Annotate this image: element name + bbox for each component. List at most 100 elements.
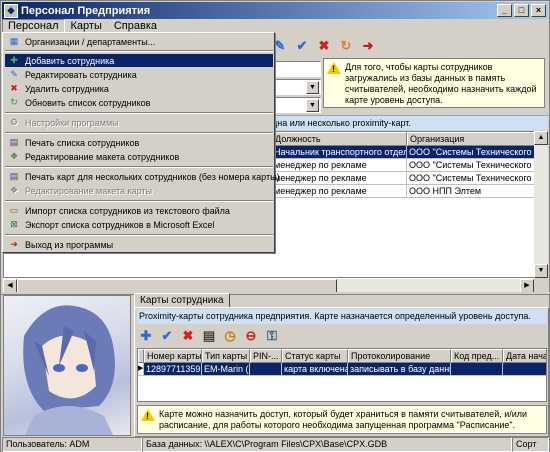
refresh-icon: ↻ (10, 97, 18, 107)
warning-icon (327, 62, 341, 75)
menu-item-delete-employee[interactable]: ✖ Удалить сотрудника (5, 82, 273, 95)
table-cell[interactable]: ООО "Системы Технического Кон (407, 146, 535, 159)
delete-tool-icon[interactable]: ✖ (315, 37, 333, 55)
table-cell[interactable] (250, 363, 282, 376)
table-cell[interactable]: EM-Marin (НЧ (202, 363, 250, 376)
column-header[interactable]: Должность (272, 132, 407, 146)
menu-separator (5, 132, 273, 134)
column-header[interactable]: Номер карты (144, 349, 202, 363)
menu-item-print-cards[interactable]: ▤ Печать карт для нескольких сотрудников… (5, 170, 280, 183)
filter-combo-2[interactable]: ▼ (271, 79, 321, 95)
scroll-right-icon[interactable]: ▶ (520, 279, 534, 293)
column-header[interactable]: Статус карты (282, 349, 348, 363)
filter-field-1[interactable] (271, 61, 321, 77)
refresh-tool-icon[interactable]: ↻ (337, 37, 355, 55)
warning-icon (141, 409, 155, 422)
print-icon: ▤ (9, 137, 19, 147)
scroll-thumb[interactable] (17, 279, 337, 293)
table-cell[interactable]: Начальник транспортного отдела (272, 146, 407, 159)
add-card-icon[interactable]: ✚ (137, 327, 155, 345)
table-cell[interactable]: менеджер по рекламе (272, 185, 407, 198)
personnel-menu: ▦ Организации / департаменты... ✚ Добави… (2, 32, 280, 253)
tab-cards[interactable]: Карты сотрудника (134, 293, 230, 308)
table-cell[interactable] (451, 363, 503, 376)
menu-separator (5, 50, 273, 52)
block-card-icon[interactable]: ⊖ (242, 327, 260, 345)
vertical-scrollbar[interactable]: ▲ ▼ (534, 131, 548, 278)
settings-icon: ⚙ (9, 117, 19, 127)
column-header[interactable]: Организация (407, 132, 535, 146)
menu-item-add-employee[interactable]: ✚ Добавить сотрудника (5, 54, 273, 67)
table-cell[interactable]: карта включена (282, 363, 348, 376)
menu-separator (5, 166, 273, 168)
column-header[interactable]: PIN-... (250, 349, 282, 363)
menu-item-export-excel[interactable]: ⊠ Экспорт списка сотрудников в Microsoft… (5, 218, 273, 231)
menu-item-print-list[interactable]: ▤ Печать списка сотрудников (5, 136, 273, 149)
info-box: Для того, чтобы карты сотрудников загруж… (323, 58, 545, 108)
maximize-button[interactable]: □ (514, 4, 529, 17)
menu-separator (5, 234, 273, 236)
delete-card-icon[interactable]: ✖ (179, 327, 197, 345)
menu-item-edit-employee[interactable]: ✎ Редактировать сотрудника (5, 68, 273, 81)
employee-photo (3, 295, 131, 436)
filter-combo-3[interactable]: ▼ (271, 97, 321, 113)
horizontal-scrollbar[interactable]: ◀ ▶ (3, 278, 534, 293)
import-icon: ▭ (9, 205, 19, 215)
menu-item-exit[interactable]: ➜ Выход из программы (5, 238, 273, 251)
table-cell[interactable]: 12897711359 (144, 363, 202, 376)
scroll-down-icon[interactable]: ▼ (534, 264, 548, 278)
edit-user-icon: ✎ (10, 69, 18, 79)
minimize-button[interactable]: _ (497, 4, 512, 17)
status-db: База данных: \\ALEX\C\Program Files\CPX\… (142, 437, 512, 452)
table-cell[interactable]: записывать в базу данных (348, 363, 451, 376)
chevron-down-icon[interactable]: ▼ (306, 81, 319, 94)
excel-icon: ⊠ (10, 219, 18, 229)
cards-info-box: Карте можно назначить доступ, который бу… (137, 405, 547, 434)
menu-separator (5, 200, 273, 202)
close-button[interactable]: × (531, 4, 546, 17)
check-card-icon[interactable]: ✔ (158, 327, 176, 345)
column-header[interactable]: Протоколирование (348, 349, 451, 363)
add-user-icon: ✚ (10, 55, 18, 65)
info-text: Для того, чтобы карты сотрудников загруж… (345, 62, 537, 105)
table-cell[interactable]: менеджер по рекламе (272, 172, 407, 185)
table-cell[interactable]: ООО "Системы Технического Кон (407, 159, 535, 172)
main-window: ◆ Персонал Предприятия _ □ × Персонал Ка… (0, 0, 550, 452)
title-bar: ◆ Персонал Предприятия _ □ × (2, 2, 548, 19)
schedule-icon[interactable]: ◷ (221, 327, 239, 345)
menu-item-settings[interactable]: ⚙ Настройки программы (5, 116, 273, 129)
menu-item-organizations[interactable]: ▦ Организации / департаменты... (5, 35, 273, 48)
menu-item-card-layout[interactable]: ❖ Редактирование макета карты (5, 184, 273, 197)
cards-toolbar: ✚ ✔ ✖ ▤ ◷ ⊖ ⚿ (137, 326, 281, 346)
print-cards-icon: ▤ (9, 171, 19, 181)
exit-tool-icon[interactable]: ➜ (359, 37, 377, 55)
org-icon: ▦ (9, 36, 19, 46)
table-cell[interactable]: ООО НПП Элтем (407, 185, 535, 198)
scroll-up-icon[interactable]: ▲ (534, 131, 548, 145)
menu-item-import[interactable]: ▭ Импорт списка сотрудников из текстовог… (5, 204, 273, 217)
status-user: Пользователь: ADM (2, 437, 142, 452)
column-header[interactable]: Тип карты (202, 349, 250, 363)
delete-user-icon: ✖ (10, 83, 18, 93)
card-layout-icon: ❖ (9, 185, 19, 195)
status-bar: Пользователь: ADM База данных: \\ALEX\C\… (2, 437, 549, 452)
menu-separator (5, 112, 273, 114)
tab-bar: Карты сотрудника (134, 293, 230, 308)
access-icon[interactable]: ⚿ (263, 327, 281, 345)
check-tool-icon[interactable]: ✔ (293, 37, 311, 55)
window-title: Персонал Предприятия (21, 4, 151, 17)
layout-icon: ❖ (9, 151, 19, 161)
main-toolbar: ✎ ✔ ✖ ↻ ➜ (271, 35, 377, 57)
table-cell[interactable] (503, 363, 546, 376)
menu-item-edit-layout[interactable]: ❖ Редактирование макета сотрудников (5, 150, 273, 163)
scroll-left-icon[interactable]: ◀ (3, 279, 17, 293)
cards-grid: Номер карты Тип карты PIN-... Статус кар… (137, 348, 547, 402)
table-cell[interactable]: менеджер по рекламе (272, 159, 407, 172)
table-cell[interactable]: ООО "Системы Технического Кон (407, 172, 535, 185)
column-header[interactable]: Дата начал (503, 349, 546, 363)
menu-item-refresh[interactable]: ↻ Обновить список сотрудников (5, 96, 273, 109)
column-header[interactable]: Код пред... (451, 349, 503, 363)
chevron-down-icon[interactable]: ▼ (306, 99, 319, 112)
cards-info-text: Карте можно назначить доступ, который бу… (159, 409, 528, 430)
print-card-icon[interactable]: ▤ (200, 327, 218, 345)
